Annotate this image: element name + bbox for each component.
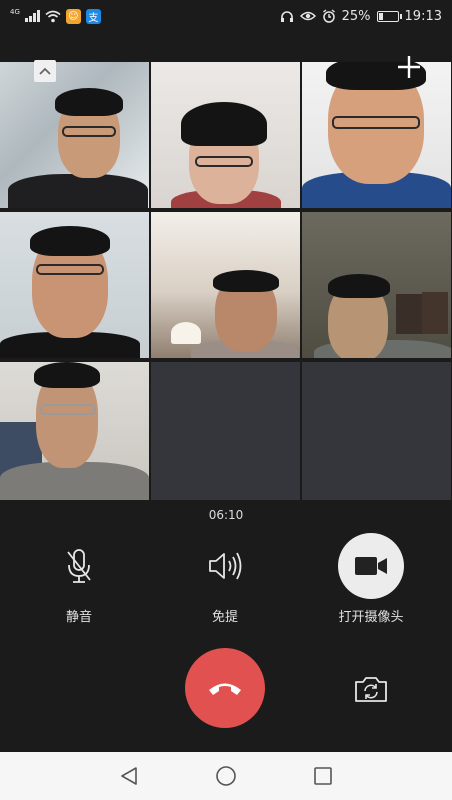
chevron-up-icon bbox=[39, 67, 51, 75]
home-button[interactable] bbox=[212, 762, 240, 790]
wifi-icon bbox=[45, 10, 61, 22]
phone-hangup-icon bbox=[209, 683, 241, 695]
participant-video[interactable] bbox=[0, 362, 149, 500]
empty-video-slot bbox=[302, 362, 451, 500]
switch-camera-button[interactable] bbox=[352, 672, 390, 706]
video-grid bbox=[0, 62, 452, 500]
collapse-button[interactable] bbox=[34, 60, 56, 82]
signal-icon bbox=[24, 10, 40, 22]
clock: 19:13 bbox=[404, 8, 442, 24]
status-bar: 4G ☺ 支 25% 19:13 bbox=[0, 0, 452, 32]
call-duration: 06:10 bbox=[208, 508, 244, 522]
speaker-button[interactable]: 免提 bbox=[165, 534, 285, 625]
hang-up-button[interactable] bbox=[185, 648, 265, 728]
app-notification-icon: ☺ bbox=[65, 8, 81, 24]
back-button[interactable] bbox=[115, 762, 143, 790]
participant-video[interactable] bbox=[151, 212, 300, 358]
mute-label: 静音 bbox=[65, 610, 92, 625]
participant-video[interactable] bbox=[302, 212, 451, 358]
camera-label: 打开摄像头 bbox=[338, 610, 404, 625]
alipay-icon: 支 bbox=[85, 8, 101, 24]
network-type: 4G bbox=[10, 7, 20, 16]
home-circle-icon bbox=[216, 766, 236, 786]
headset-icon bbox=[280, 10, 293, 22]
alarm-icon bbox=[322, 9, 335, 23]
participant-video[interactable] bbox=[0, 212, 149, 358]
microphone-muted-icon bbox=[67, 549, 91, 583]
add-participant-button[interactable] bbox=[396, 55, 422, 81]
battery-icon bbox=[376, 10, 402, 22]
recents-square-icon bbox=[314, 767, 333, 785]
participant-video[interactable] bbox=[0, 62, 149, 208]
battery-percent: 25% bbox=[341, 8, 371, 24]
plus-icon bbox=[398, 56, 420, 78]
switch-camera-icon bbox=[355, 677, 387, 702]
camera-button[interactable]: 打开摄像头 bbox=[311, 533, 431, 625]
participant-video[interactable] bbox=[151, 62, 300, 208]
eye-icon bbox=[299, 11, 316, 21]
speaker-label: 免提 bbox=[211, 610, 238, 625]
participant-video[interactable] bbox=[302, 62, 451, 208]
video-camera-icon bbox=[355, 557, 387, 575]
empty-video-slot bbox=[151, 362, 300, 500]
recents-button[interactable] bbox=[309, 762, 337, 790]
mute-button[interactable]: 静音 bbox=[19, 534, 139, 625]
back-triangle-icon bbox=[120, 767, 137, 785]
system-navigation-bar bbox=[0, 752, 452, 800]
speaker-icon bbox=[209, 552, 242, 580]
